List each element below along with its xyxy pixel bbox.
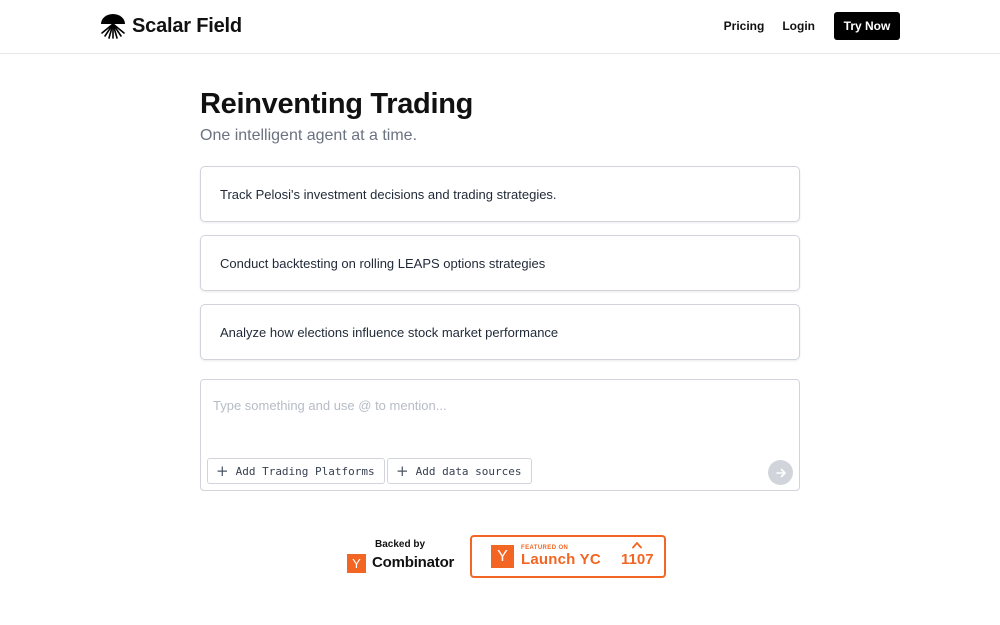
page-title: Reinventing Trading: [200, 88, 474, 120]
arrow-right-icon: [775, 468, 786, 477]
brand-home-link[interactable]: Scalar Field: [100, 12, 242, 40]
suggestion-card[interactable]: Track Pelosi's investment decisions and …: [200, 166, 800, 222]
backed-by-label: Backed by: [375, 539, 426, 550]
page-subtitle: One intelligent agent at a time.: [200, 127, 418, 144]
prompt-input[interactable]: [213, 394, 783, 416]
launch-yc-title: Launch YC: [521, 551, 601, 568]
suggestion-text: Track Pelosi's investment decisions and …: [220, 186, 557, 202]
brand-name: Scalar Field: [132, 14, 242, 37]
nav-pricing-link[interactable]: Pricing: [724, 19, 765, 33]
top-header: Scalar Field Pricing Login Try Now: [0, 0, 1000, 54]
add-trading-platforms-button[interactable]: + Add Trading Platforms: [207, 458, 385, 484]
suggestion-text: Analyze how elections influence stock ma…: [220, 324, 559, 340]
chip-label: Add data sources: [415, 464, 522, 478]
backed-by-yc: Backed by Y Combinator: [346, 539, 454, 575]
try-now-button[interactable]: Try Now: [834, 12, 900, 40]
prompt-box: + Add Trading Platforms + Add data sourc…: [200, 379, 800, 491]
suggestion-card[interactable]: Analyze how elections influence stock ma…: [200, 304, 800, 360]
chip-label: Add Trading Platforms: [235, 464, 375, 478]
send-button[interactable]: [768, 460, 793, 485]
top-nav: Pricing Login Try Now: [724, 12, 900, 40]
plus-icon: +: [216, 461, 229, 480]
suggestion-card[interactable]: Conduct backtesting on rolling LEAPS opt…: [200, 235, 800, 291]
yc-logo-icon: Y: [347, 554, 366, 573]
plus-icon: +: [396, 461, 409, 480]
combinator-label: Combinator: [372, 554, 455, 571]
nav-login-link[interactable]: Login: [782, 19, 815, 33]
launch-yc-badge[interactable]: Y FEATURED ON Launch YC 1107: [470, 535, 666, 578]
radial-burst-icon: [101, 14, 125, 39]
caret-up-icon: [632, 542, 642, 549]
yc-logo-icon: Y: [491, 545, 514, 568]
suggestion-text: Conduct backtesting on rolling LEAPS opt…: [220, 255, 546, 271]
add-data-sources-button[interactable]: + Add data sources: [387, 458, 532, 484]
upvote-count: 1107: [621, 551, 654, 568]
